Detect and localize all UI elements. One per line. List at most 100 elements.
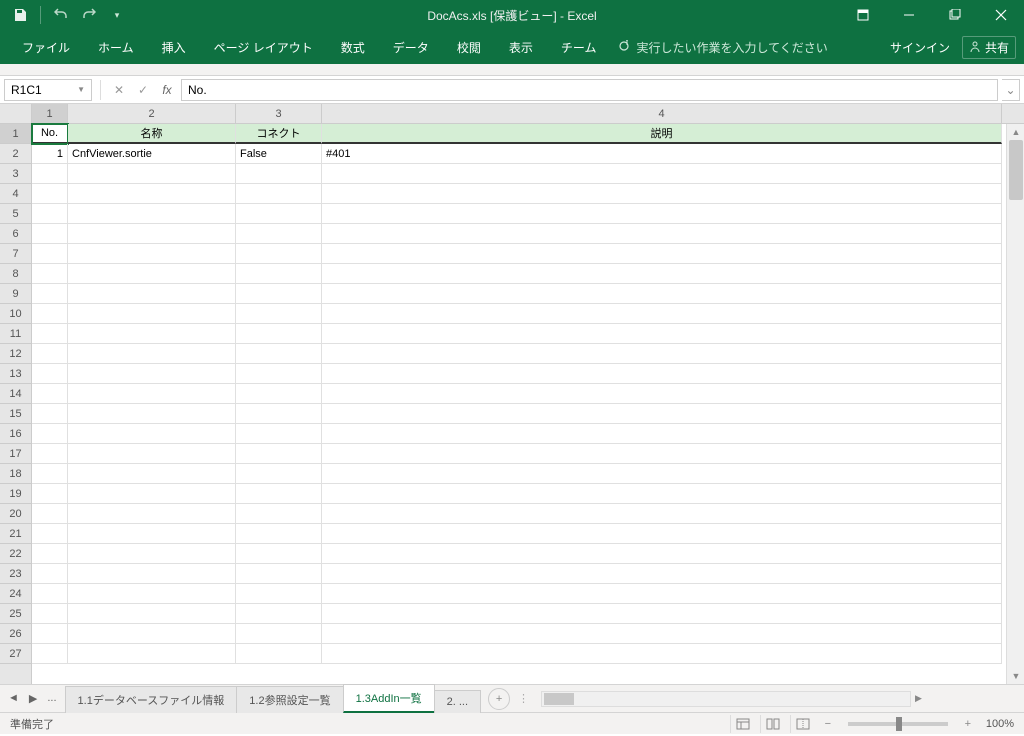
- data-cell[interactable]: [32, 244, 68, 264]
- row-header[interactable]: 4: [0, 184, 31, 204]
- data-cell[interactable]: [236, 244, 322, 264]
- row-header[interactable]: 12: [0, 344, 31, 364]
- tab-view[interactable]: 表示: [495, 30, 547, 64]
- data-cell[interactable]: [236, 624, 322, 644]
- data-cell[interactable]: [236, 644, 322, 664]
- data-cell[interactable]: [32, 424, 68, 444]
- data-cell[interactable]: CnfViewer.sortie: [68, 144, 236, 164]
- data-cell[interactable]: [68, 624, 236, 644]
- data-cell[interactable]: [32, 224, 68, 244]
- data-cell[interactable]: [322, 244, 1002, 264]
- row-header[interactable]: 13: [0, 364, 31, 384]
- sheet-tab[interactable]: 2. ...: [434, 690, 481, 713]
- sign-in-link[interactable]: サインイン: [890, 39, 950, 56]
- data-cell[interactable]: [68, 484, 236, 504]
- row-header[interactable]: 27: [0, 644, 31, 664]
- data-cell[interactable]: [322, 404, 1002, 424]
- row-header[interactable]: 16: [0, 424, 31, 444]
- data-cell[interactable]: [322, 184, 1002, 204]
- data-cell[interactable]: [32, 624, 68, 644]
- data-cell[interactable]: [236, 164, 322, 184]
- data-cell[interactable]: [68, 464, 236, 484]
- data-cell[interactable]: [236, 564, 322, 584]
- new-sheet-button[interactable]: +: [488, 688, 510, 710]
- minimize-button[interactable]: [886, 0, 932, 30]
- row-header[interactable]: 21: [0, 524, 31, 544]
- data-cell[interactable]: [322, 204, 1002, 224]
- zoom-slider-thumb[interactable]: [896, 717, 902, 731]
- expand-formula-bar-button[interactable]: ⌄: [1002, 79, 1020, 101]
- data-cell[interactable]: [236, 404, 322, 424]
- header-cell[interactable]: コネクト: [236, 124, 322, 144]
- data-cell[interactable]: [32, 204, 68, 224]
- data-cell[interactable]: [68, 604, 236, 624]
- data-cell[interactable]: False: [236, 144, 322, 164]
- data-cell[interactable]: [32, 264, 68, 284]
- data-cell[interactable]: [322, 644, 1002, 664]
- data-cell[interactable]: [68, 184, 236, 204]
- data-cell[interactable]: [68, 284, 236, 304]
- zoom-slider[interactable]: [848, 722, 948, 726]
- data-cell[interactable]: [236, 484, 322, 504]
- sheet-bar-split-icon[interactable]: ⋮: [518, 692, 529, 705]
- data-cell[interactable]: [68, 244, 236, 264]
- data-cell[interactable]: [68, 444, 236, 464]
- zoom-in-button[interactable]: +: [960, 718, 976, 730]
- data-cell[interactable]: [32, 344, 68, 364]
- ribbon-display-options-button[interactable]: [840, 0, 886, 30]
- data-cell[interactable]: [236, 544, 322, 564]
- save-button[interactable]: [8, 3, 32, 27]
- data-cell[interactable]: [68, 504, 236, 524]
- data-cell[interactable]: [32, 404, 68, 424]
- row-header[interactable]: 25: [0, 604, 31, 624]
- scroll-right-icon[interactable]: ▶: [915, 693, 922, 704]
- row-header[interactable]: 7: [0, 244, 31, 264]
- cells-area[interactable]: No.名称コネクト説明1CnfViewer.sortieFalse#401: [32, 124, 1006, 684]
- row-header[interactable]: 14: [0, 384, 31, 404]
- column-header[interactable]: 1: [32, 104, 68, 123]
- data-cell[interactable]: [68, 304, 236, 324]
- data-cell[interactable]: [68, 404, 236, 424]
- data-cell[interactable]: [32, 284, 68, 304]
- data-cell[interactable]: [322, 424, 1002, 444]
- column-header[interactable]: 2: [68, 104, 236, 123]
- tab-team[interactable]: チーム: [547, 30, 611, 64]
- data-cell[interactable]: [236, 524, 322, 544]
- row-header[interactable]: 22: [0, 544, 31, 564]
- undo-button[interactable]: [49, 3, 73, 27]
- data-cell[interactable]: [236, 504, 322, 524]
- sheet-tab[interactable]: 1.3AddIn一覧: [343, 684, 435, 713]
- data-cell[interactable]: [322, 384, 1002, 404]
- row-header[interactable]: 18: [0, 464, 31, 484]
- data-cell[interactable]: [32, 644, 68, 664]
- row-header[interactable]: 24: [0, 584, 31, 604]
- vertical-scroll-thumb[interactable]: [1009, 140, 1023, 200]
- tab-data[interactable]: データ: [379, 30, 443, 64]
- data-cell[interactable]: [32, 484, 68, 504]
- data-cell[interactable]: [32, 444, 68, 464]
- insert-function-button[interactable]: fx: [157, 80, 177, 100]
- row-header[interactable]: 20: [0, 504, 31, 524]
- data-cell[interactable]: [68, 324, 236, 344]
- data-cell[interactable]: [32, 184, 68, 204]
- data-cell[interactable]: [68, 644, 236, 664]
- data-cell[interactable]: [32, 304, 68, 324]
- data-cell[interactable]: [322, 524, 1002, 544]
- row-header[interactable]: 3: [0, 164, 31, 184]
- data-cell[interactable]: [32, 564, 68, 584]
- zoom-out-button[interactable]: −: [820, 718, 836, 730]
- data-cell[interactable]: [32, 524, 68, 544]
- data-cell[interactable]: [68, 164, 236, 184]
- row-header[interactable]: 15: [0, 404, 31, 424]
- sheet-tab[interactable]: 1.1データベースファイル情報: [65, 686, 238, 713]
- enter-formula-button[interactable]: ✓: [133, 80, 153, 100]
- normal-view-button[interactable]: [730, 715, 756, 733]
- column-header[interactable]: 4: [322, 104, 1002, 123]
- row-header[interactable]: 2: [0, 144, 31, 164]
- column-header[interactable]: 3: [236, 104, 322, 123]
- data-cell[interactable]: [236, 224, 322, 244]
- row-header[interactable]: 8: [0, 264, 31, 284]
- data-cell[interactable]: [236, 424, 322, 444]
- cancel-formula-button[interactable]: ✕: [109, 80, 129, 100]
- formula-input[interactable]: No.: [181, 79, 998, 101]
